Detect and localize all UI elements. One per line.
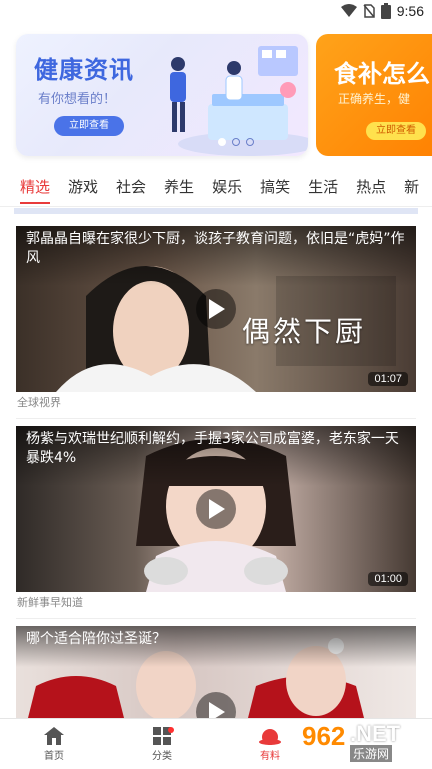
banner-view-button[interactable]: 立即查看 (366, 122, 426, 140)
tab-society[interactable]: 社会 (107, 168, 155, 206)
carousel-dot[interactable] (232, 138, 240, 146)
video-card[interactable]: 郭晶晶自曝在家很少下厨，谈孩子教育问题，依旧是“虎妈”作风 偶然下厨 01:07… (16, 226, 416, 419)
video-headline: 哪个适合陪你过圣诞？ (16, 626, 416, 667)
wifi-icon (340, 4, 357, 17)
video-thumbnail[interactable]: 郭晶晶自曝在家很少下厨，谈孩子教育问题，依旧是“虎妈”作风 偶然下厨 01:07 (16, 226, 416, 392)
nav-label: 有料 (260, 750, 280, 762)
play-icon (209, 499, 225, 519)
banner-carousel[interactable]: 健康资讯 有你想看的！ 立即查看 食补怎么 正确养生，健 立即查看 (0, 24, 432, 164)
video-duration: 01:00 (368, 572, 408, 586)
video-thumbnail[interactable]: 杨紫与欢瑞世纪顺利解约，手握3家公司成富婆，老东家一天暴跌4% 01:00 (16, 426, 416, 592)
banner-title: 食补怎么 (334, 60, 430, 88)
carousel-dot[interactable] (218, 138, 226, 146)
video-card[interactable]: 哪个适合陪你过圣诞？ (16, 626, 416, 726)
watermark-number: 962 (302, 721, 346, 751)
tab-games[interactable]: 游戏 (59, 168, 107, 206)
video-duration: 01:07 (368, 372, 408, 386)
tab-divider (14, 208, 418, 214)
video-headline: 郭晶晶自曝在家很少下厨，谈孩子教育问题，依旧是“虎妈”作风 (16, 226, 416, 286)
video-thumbnail[interactable]: 哪个适合陪你过圣诞？ (16, 626, 416, 726)
home-icon (44, 726, 64, 745)
nav-home[interactable]: 首页 (0, 719, 108, 769)
divider (16, 618, 416, 619)
divider (16, 418, 416, 419)
banner-view-button[interactable]: 立即查看 (54, 116, 124, 136)
play-icon (209, 299, 225, 319)
watermark-text: 乐游网 (350, 745, 393, 762)
video-headline: 杨紫与欢瑞世纪顺利解约，手握3家公司成富婆，老东家一天暴跌4% (16, 426, 416, 486)
banner-card-food[interactable]: 食补怎么 正确养生，健 立即查看 (316, 34, 432, 156)
play-button[interactable] (196, 289, 236, 329)
status-time: 9:56 (396, 3, 424, 19)
hat-icon (259, 728, 281, 745)
tab-health[interactable]: 养生 (155, 168, 203, 206)
carousel-dots (218, 138, 254, 146)
category-tabs: 精选 游戏 社会 养生 娱乐 搞笑 生活 热点 新 (0, 168, 432, 207)
video-overlay-caption: 偶然下厨 (241, 315, 366, 348)
site-watermark: 962 .NET 乐游网 (294, 721, 424, 762)
video-source[interactable]: 新鲜事早知道 (16, 592, 416, 614)
tab-entertainment[interactable]: 娱乐 (203, 168, 251, 206)
no-sim-icon (363, 4, 375, 18)
tab-hot[interactable]: 热点 (347, 168, 395, 206)
carousel-dot[interactable] (246, 138, 254, 146)
video-source[interactable]: 全球视界 (16, 392, 416, 414)
banner-subtitle: 有你想看的！ (38, 92, 117, 107)
banner-title: 健康资讯 (34, 56, 134, 84)
tab-funny[interactable]: 搞笑 (251, 168, 299, 206)
nav-label: 分类 (152, 750, 172, 762)
video-card[interactable]: 杨紫与欢瑞世纪顺利解约，手握3家公司成富婆，老东家一天暴跌4% 01:00 新鲜… (16, 426, 416, 619)
status-icons: 9:56 (340, 3, 424, 19)
tab-life[interactable]: 生活 (299, 168, 347, 206)
tab-new[interactable]: 新 (395, 168, 428, 206)
status-bar: 9:56 (0, 0, 432, 24)
watermark-suffix: .NET (350, 721, 401, 746)
nav-category[interactable]: 分类 (108, 719, 216, 769)
play-button[interactable] (196, 489, 236, 529)
banner-card-health[interactable]: 健康资讯 有你想看的！ 立即查看 (16, 34, 308, 156)
nav-label: 首页 (44, 750, 64, 762)
notification-dot (168, 727, 174, 733)
banner-subtitle: 正确养生，健 (338, 92, 411, 106)
tab-featured[interactable]: 精选 (0, 168, 59, 206)
battery-icon (380, 3, 391, 19)
